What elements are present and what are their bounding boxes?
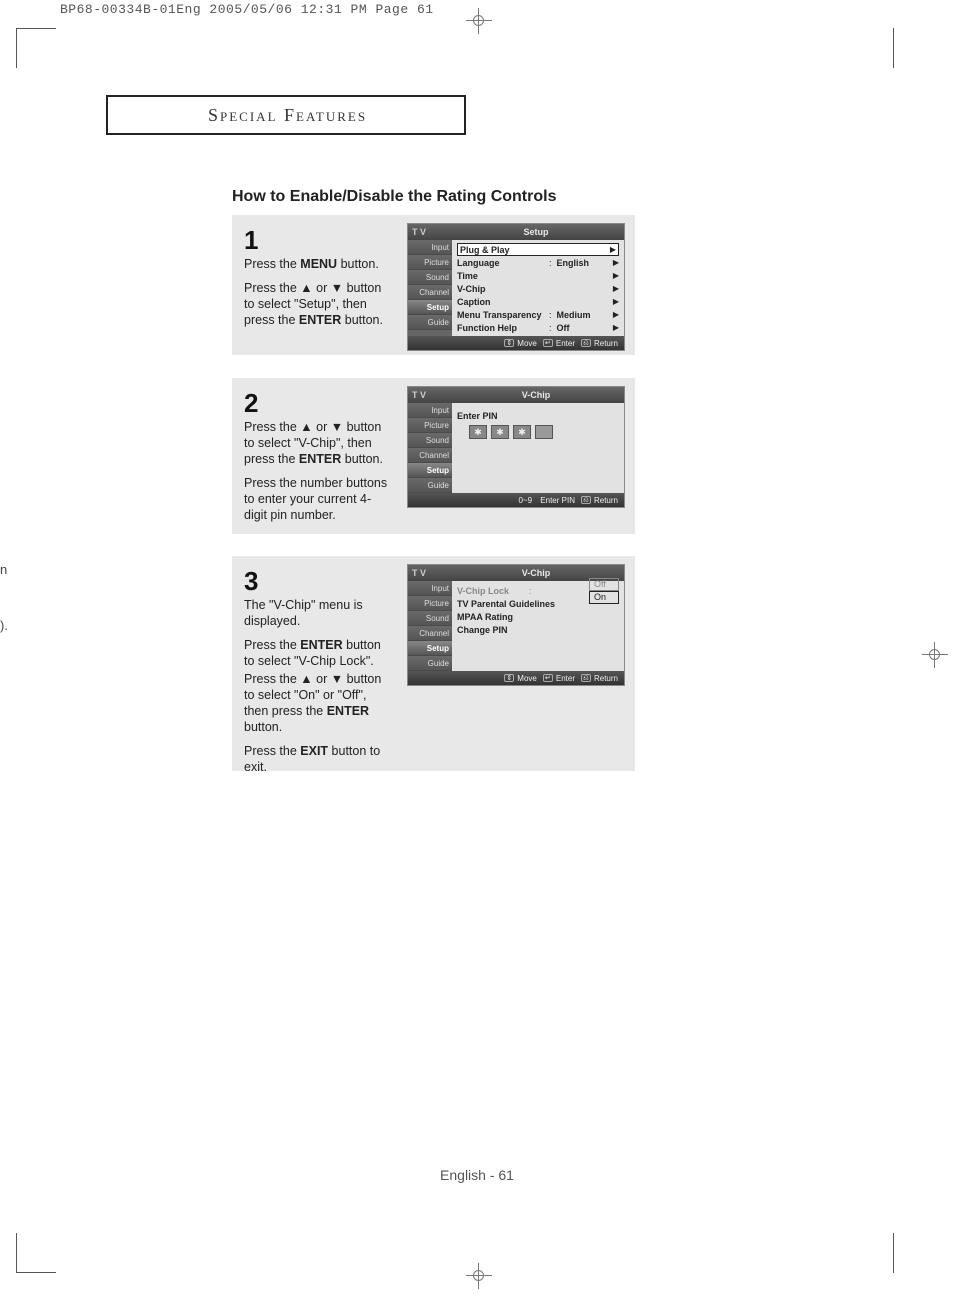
step-block: 1 Press the MENU button. Press the ▲ or … [232,215,635,355]
osd-tv-label: T V [412,568,452,578]
crop-header-text: BP68-00334B-01Eng 2005/05/06 12:31 PM Pa… [60,2,434,17]
enter-icon: ↵ [543,674,553,682]
osd-row: Menu Transparency: Medium▶ [457,308,619,321]
osd-sidebar-item: Setup [408,641,452,656]
osd-row: Time▶ [457,269,619,282]
enter-icon: ↵ [543,339,553,347]
page-title: How to Enable/Disable the Rating Control… [232,188,556,206]
step-instructions: Press the MENU button. Press the ▲ or ▼ … [244,256,394,328]
osd-content: Enter PIN ✱ ✱ ✱ [452,403,624,493]
return-icon: ⎌ [581,674,591,682]
pin-digit [535,425,553,439]
option-off: Off [589,578,619,591]
step-instructions: The "V-Chip" menu is displayed. Press th… [244,597,394,775]
osd-sidebar: Input Picture Sound Channel Setup Guide [408,403,452,493]
step-block: 2 Press the ▲ or ▼ button to select "V-C… [232,378,635,534]
osd-row: Change PIN [457,623,619,636]
move-icon: ⇕ [504,674,514,682]
crop-mark-icon [472,1269,486,1283]
crop-mark-icon [928,648,942,662]
osd-sidebar-item: Setup [408,463,452,478]
step-instructions: Press the ▲ or ▼ button to select "V-Chi… [244,419,394,523]
osd-sidebar-item: Input [408,240,452,255]
crop-corner-icon [16,28,56,68]
osd-sidebar-item: Guide [408,656,452,671]
osd-row: V-Chip▶ [457,282,619,295]
page-edge-text: n ). [0,556,8,640]
crop-mark-icon [472,14,486,28]
osd-row: MPAA Rating [457,610,619,623]
osd-row: Caption▶ [457,295,619,308]
osd-content: V-Chip Lock : Off On TV Parental Guideli… [452,581,624,671]
section-title: Special Features [106,95,466,135]
osd-content: Plug & Play▶ Language: English▶ Time▶ V-… [452,240,624,336]
osd-sidebar-item: Input [408,403,452,418]
osd-menu-title: V-Chip [452,568,620,578]
osd-sidebar-item: Guide [408,315,452,330]
page-footer: English - 61 [0,1167,954,1183]
crop-corner-icon [16,1233,56,1273]
osd-screenshot-enter-pin: T V V-Chip Input Picture Sound Channel S… [407,386,625,508]
osd-sidebar-item: Channel [408,448,452,463]
osd-sidebar: Input Picture Sound Channel Setup Guide [408,581,452,671]
osd-sidebar-item: Guide [408,478,452,493]
osd-sidebar-item: Channel [408,626,452,641]
pin-entry: ✱ ✱ ✱ [457,421,619,439]
move-icon: ⇕ [504,339,514,347]
osd-row: TV Parental Guidelines [457,597,619,610]
osd-screenshot-setup: T V Setup Input Picture Sound Channel Se… [407,223,625,351]
osd-tv-label: T V [412,227,452,237]
osd-footer: 0~9 Enter PIN ⎌Return [408,493,624,507]
osd-sidebar-item: Sound [408,433,452,448]
osd-sidebar-item: Sound [408,611,452,626]
osd-menu-title: Setup [452,227,620,237]
osd-tv-label: T V [412,390,452,400]
pin-digit: ✱ [513,425,531,439]
crop-corner-icon [854,1233,894,1273]
return-icon: ⎌ [581,339,591,347]
osd-sidebar-item: Picture [408,255,452,270]
osd-sidebar-item: Picture [408,418,452,433]
osd-menu-title: V-Chip [452,390,620,400]
osd-row: V-Chip Lock : Off On [457,584,619,597]
osd-screenshot-vchip: T V V-Chip Input Picture Sound Channel S… [407,564,625,686]
osd-sidebar-item: Setup [408,300,452,315]
enter-pin-label: Enter PIN [457,411,619,421]
osd-sidebar-item: Sound [408,270,452,285]
osd-sidebar-item: Picture [408,596,452,611]
pin-digit: ✱ [469,425,487,439]
return-icon: ⎌ [581,496,591,504]
osd-sidebar-item: Channel [408,285,452,300]
osd-row: Language: English▶ [457,256,619,269]
osd-sidebar-item: Input [408,581,452,596]
osd-sidebar: Input Picture Sound Channel Setup Guide [408,240,452,336]
osd-row: Plug & Play▶ [457,243,619,256]
osd-footer: ⇕Move ↵Enter ⎌Return [408,336,624,350]
crop-corner-icon [854,28,894,68]
step-block: 3 The "V-Chip" menu is displayed. Press … [232,556,635,771]
osd-footer: ⇕Move ↵Enter ⎌Return [408,671,624,685]
osd-row: Function Help: Off▶ [457,321,619,334]
pin-digit: ✱ [491,425,509,439]
